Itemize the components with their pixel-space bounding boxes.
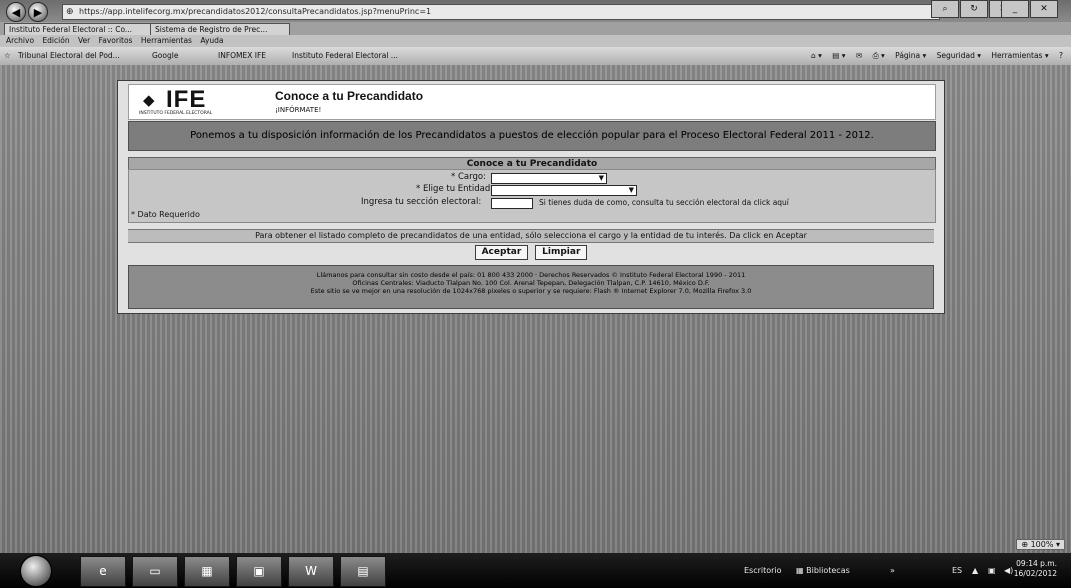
home-icon[interactable]: ⌂ ▾ [811,51,822,60]
taskbar-app-4[interactable]: ▣ [236,556,282,587]
start-button[interactable] [20,555,52,587]
page-viewport: ◆ IFE INSTITUTO FEDERAL ELECTORAL Conoce… [0,65,1071,553]
back-button[interactable]: ◀ [6,2,26,22]
window-icon: ▤ [357,564,369,578]
toolbar-bibliotecas[interactable]: ▦ Bibliotecas [796,553,850,588]
menu-herramientas[interactable]: Herramientas [141,36,192,45]
entidad-select[interactable]: ▼ [491,185,637,196]
volume-icon[interactable]: ◀) [1004,553,1013,588]
search-form: * Cargo: ▼ * Elige tu Entidad: ▼ Ingresa… [128,169,936,223]
print-icon[interactable]: ⎙ ▾ [873,51,885,60]
page-header: ◆ IFE INSTITUTO FEDERAL ELECTORAL Conoce… [128,84,936,120]
favorite-google[interactable]: Google [152,47,178,65]
page-footer: Llámanos para consultar sin costo desde … [128,265,934,309]
menu-ayuda[interactable]: Ayuda [200,36,223,45]
browser-title-bar: ◀ ▶ ⊕ https://app.intelifecorg.mx/precan… [0,0,1071,22]
favorite-infomex[interactable]: INFOMEX IFE [218,47,266,65]
forward-button[interactable]: ▶ [28,2,48,22]
favorite-ife[interactable]: Instituto Federal Electoral ... [292,47,398,65]
footer-line: Este sitio se ve mejor en una resolución… [310,287,752,295]
language-indicator[interactable]: ES [952,553,962,588]
back-arrow-icon: ◀ [11,5,21,19]
menu-bar: Archivo Edición Ver Favoritos Herramient… [0,35,1071,47]
favorites-star-icon[interactable]: ☆ [4,47,11,65]
chevron-down-icon: ▼ [598,174,604,182]
zoom-control[interactable]: ⊕ 100% ▾ [1016,539,1065,550]
address-bar[interactable]: ⊕ https://app.intelifecorg.mx/precandida… [62,4,940,20]
footer-line: Oficinas Centrales: Viaducto Tlalpan No.… [352,279,710,287]
menu-edicion[interactable]: Edición [42,36,69,45]
refresh-icon[interactable]: ↻ [960,0,988,18]
cargo-select[interactable]: ▼ [491,173,607,184]
instructions-text: Para obtener el listado completo de prec… [128,229,934,243]
tab-bar: Instituto Federal Electoral :: Co... Sis… [0,22,1071,36]
word-icon: W [305,564,317,578]
toolbar-escritorio[interactable]: Escritorio [744,553,782,588]
network-icon[interactable]: ▣ [988,553,996,588]
tray-arrow-icon[interactable]: ▲ [972,553,978,588]
page-subtitle: ¡INFÓRMATE! [275,106,322,114]
form-buttons: Aceptar Limpiar [128,243,934,261]
window-icon: ▦ [201,564,213,578]
chevron-down-icon: ▼ [628,186,634,194]
menu-archivo[interactable]: Archivo [6,36,34,45]
seccion-input[interactable] [491,198,533,209]
internet-explorer-icon: e [99,564,107,578]
folder-icon: ▭ [149,564,161,578]
footer-line: Llámanos para consultar sin costo desde … [316,271,746,279]
taskbar-word[interactable]: W [288,556,334,587]
minimize-icon[interactable]: _ [1001,0,1029,18]
content-card: ◆ IFE INSTITUTO FEDERAL ELECTORAL Conoce… [117,80,945,314]
mail-icon[interactable]: ✉ [856,51,862,60]
close-icon[interactable]: ✕ [1030,0,1058,18]
info-banner: Ponemos a tu disposición información de … [128,121,936,151]
zoom-icon: ⊕ [1021,540,1029,549]
seccion-help-link[interactable]: Si tienes duda de como, consulta tu secc… [539,197,789,208]
accept-button[interactable]: Aceptar [474,245,529,260]
page-title: Conoce a tu Precandidato [275,89,424,103]
taskbar-explorer[interactable]: ▭ [132,556,178,587]
ife-logo[interactable]: ◆ IFE INSTITUTO FEDERAL ELECTORAL [139,86,254,116]
cargo-label: * Cargo: [451,172,486,182]
command-seguridad[interactable]: Seguridad ▾ [937,51,981,60]
window-icon: ▣ [253,564,265,578]
taskbar-ie[interactable]: e [80,556,126,587]
ife-emblem-icon: ◆ [143,91,155,109]
entidad-label: * Elige tu Entidad: [416,184,494,194]
command-pagina[interactable]: Página ▾ [895,51,926,60]
taskbar-app-6[interactable]: ▤ [340,556,386,587]
forward-arrow-icon: ▶ [33,5,43,19]
taskbar-app-3[interactable]: ▦ [184,556,230,587]
menu-favoritos[interactable]: Favoritos [99,36,133,45]
required-note: * Dato Requerido [131,210,200,219]
address-url: https://app.intelifecorg.mx/precandidato… [79,7,432,16]
menu-ver[interactable]: Ver [78,36,90,45]
window-controls: _ ✕ [1000,0,1058,18]
taskbar: e ▭ ▦ ▣ W ▤ Escritorio ▦ Bibliotecas » E… [0,553,1071,588]
command-bar: ⌂ ▾ ▤ ▾ ✉ ⎙ ▾ Página ▾ Seguridad ▾ Herra… [811,47,1071,65]
help-icon[interactable]: ? [1059,51,1063,60]
favorite-tribunal[interactable]: Tribunal Electoral del Pod... [18,47,120,65]
page-icon: ⊕ [66,7,74,17]
search-icon[interactable]: ⌕ [931,0,959,18]
seccion-label: Ingresa tu sección electoral: [361,197,482,207]
command-herramientas[interactable]: Herramientas ▾ [991,51,1048,60]
clear-button[interactable]: Limpiar [535,245,588,260]
clock[interactable]: 09:14 p.m. 16/02/2012 [1014,559,1057,579]
feeds-icon[interactable]: ▤ ▾ [832,51,845,60]
tray-overflow-icon[interactable]: » [890,553,895,588]
